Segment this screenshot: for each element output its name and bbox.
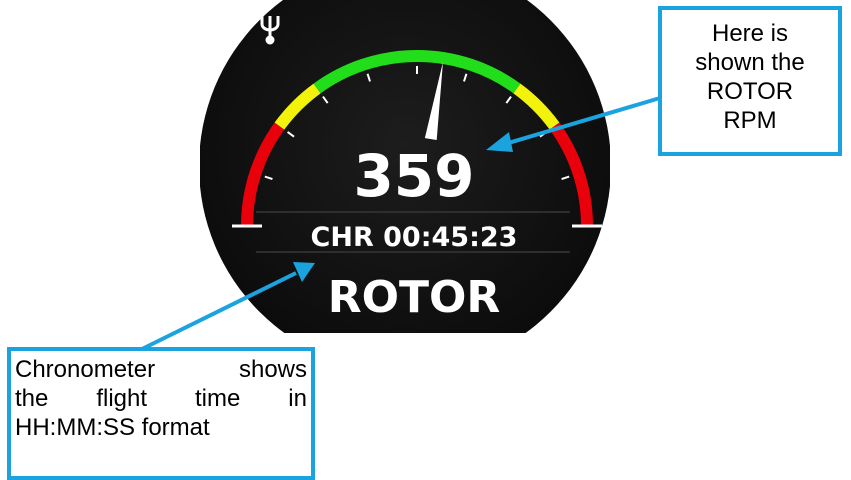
rotor-rpm-value: 359 bbox=[353, 142, 474, 210]
callout-line: Chronometer shows bbox=[15, 356, 307, 383]
chronometer-callout-box: Chronometer shows the flight time in HH:… bbox=[7, 347, 315, 480]
chronometer-readout: CHR 00:45:23 bbox=[311, 222, 518, 253]
callout-line: shown the bbox=[695, 49, 805, 76]
callout-line: the flight time in bbox=[15, 385, 307, 412]
callout-line: ROTOR bbox=[706, 78, 794, 105]
mode-label: ROTOR bbox=[328, 272, 501, 323]
callout-line: HH:MM:SS format bbox=[15, 414, 210, 441]
callout-line: RPM bbox=[723, 107, 777, 134]
rpm-callout-box: Here is shown the ROTOR RPM bbox=[658, 6, 842, 156]
callout-line: Here is bbox=[711, 20, 789, 47]
